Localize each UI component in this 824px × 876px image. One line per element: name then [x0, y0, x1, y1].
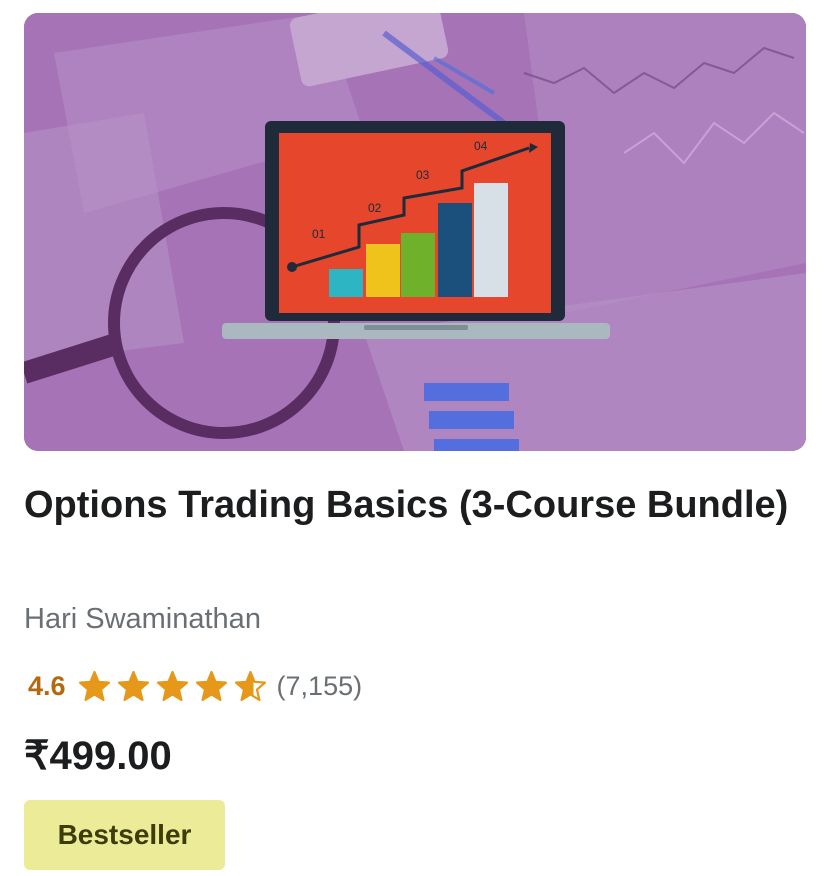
step-label: 02 [368, 201, 382, 215]
course-thumbnail[interactable]: 01 02 03 04 [24, 13, 806, 451]
instructor-name: Hari Swaminathan [24, 603, 261, 635]
price: ₹499.00 [24, 734, 172, 778]
laptop-icon [222, 121, 610, 339]
thumbnail-illustration: 01 02 03 04 [24, 13, 806, 451]
star-rating [78, 670, 273, 703]
step-label: 01 [312, 227, 326, 241]
rating-value: 4.6 [28, 670, 66, 701]
star-icon [78, 670, 111, 703]
course-title[interactable]: Options Trading Basics (3-Course Bundle) [24, 478, 804, 532]
star-icon [117, 670, 150, 703]
rating-row: 4.6 (7,155) [28, 667, 362, 705]
star-icon [156, 670, 189, 703]
step-label: 03 [416, 168, 430, 182]
bestseller-badge: Bestseller [24, 800, 225, 870]
rating-count: (7,155) [276, 670, 363, 701]
course-card[interactable]: 01 02 03 04 Options Trading Basics (3-Co… [0, 0, 824, 876]
step-label: 04 [474, 139, 488, 153]
star-icon [234, 670, 267, 703]
star-icon [195, 670, 228, 703]
